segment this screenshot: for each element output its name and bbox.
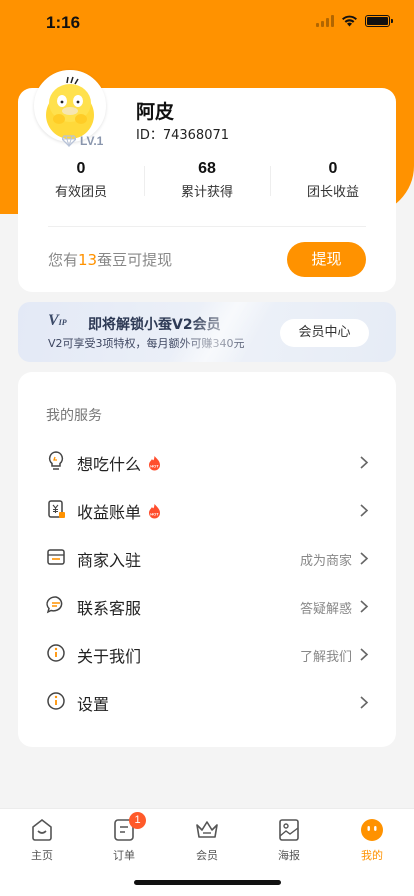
stat-total-earned[interactable]: 68 累计获得: [144, 160, 270, 206]
stat-value: 68: [198, 160, 216, 177]
diamond-icon: [62, 135, 76, 147]
divider: [48, 226, 366, 227]
tab-mine[interactable]: 我的: [342, 817, 402, 863]
stat-label: 团长收益: [306, 185, 359, 200]
service-label: 关于我们: [77, 647, 142, 666]
service-hint: 答疑解惑: [299, 602, 352, 617]
chevron-right-icon: [360, 456, 369, 469]
stat-label: 有效团员: [54, 185, 107, 200]
service-item-settings[interactable]: 设置: [18, 678, 396, 726]
services-card: 我的服务 想吃什么 HOT 收益账单 HOT 商家入驻 成为商家 联系客服 答疑…: [18, 372, 396, 747]
info-icon: [47, 644, 65, 662]
service-label: 联系客服: [77, 599, 142, 618]
tab-membership[interactable]: 会员: [177, 817, 237, 863]
chevron-right-icon: [360, 504, 369, 517]
settings-icon: [47, 692, 65, 710]
stat-members[interactable]: 0 有效团员: [18, 160, 144, 206]
username: 阿皮: [136, 101, 175, 123]
tab-label: 主页: [31, 849, 53, 862]
service-label: 想吃什么 HOT: [77, 451, 163, 475]
vip-banner[interactable]: VIP 即将解锁小蚕V2会员 V2可享受3项特权，每月额外可赚340元 会员中心: [18, 302, 396, 362]
signal-icon: [316, 15, 334, 27]
status-icons: [316, 15, 393, 27]
tab-label: 订单: [113, 849, 135, 862]
service-label: 收益账单 HOT: [77, 499, 163, 523]
beans-balance: 您有13蚕豆可提现: [48, 249, 172, 270]
tab-home[interactable]: 主页: [12, 817, 72, 863]
stat-label: 累计获得: [180, 185, 233, 200]
hot-icon: HOT: [149, 504, 161, 519]
vip-title: 即将解锁小蚕V2会员: [88, 317, 221, 333]
service-label: 商家入驻: [77, 551, 142, 570]
chevron-right-icon: [360, 696, 369, 709]
beans-count: 13: [78, 251, 98, 269]
withdraw-button[interactable]: 提现: [287, 242, 366, 277]
service-hint: 成为商家: [299, 554, 352, 569]
level-badge: LV.1: [62, 134, 103, 148]
service-item-about-us[interactable]: 关于我们 了解我们: [18, 630, 396, 678]
service-item-what-to-eat[interactable]: 想吃什么 HOT: [18, 438, 396, 486]
avatar[interactable]: [34, 70, 106, 142]
member-center-button[interactable]: 会员中心: [280, 319, 369, 347]
tab-label: 我的: [361, 849, 383, 862]
user-id: ID：74368071: [136, 128, 230, 143]
bill-icon: [48, 500, 65, 518]
service-item-income-bill[interactable]: 收益账单 HOT: [18, 486, 396, 534]
home-indicator: [134, 880, 281, 885]
crown-icon: [196, 821, 218, 838]
order-badge: 1: [129, 812, 146, 829]
level-label: LV.1: [80, 134, 104, 148]
duck-avatar-icon: [37, 73, 103, 139]
tab-label: 会员: [196, 849, 218, 862]
stats-row: 0 有效团员 68 累计获得 0 团长收益: [18, 160, 396, 206]
wifi-icon: [342, 15, 357, 27]
vip-logo: VIP: [48, 312, 67, 329]
profile-face-icon: [361, 819, 383, 841]
tab-label: 海报: [278, 849, 300, 862]
service-item-merchant-join[interactable]: 商家入驻 成为商家: [18, 534, 396, 582]
status-time: 1:16: [46, 13, 81, 32]
hot-icon: HOT: [149, 456, 161, 471]
store-icon: [47, 549, 65, 565]
home-icon: [32, 818, 52, 841]
service-hint: 了解我们: [299, 650, 352, 665]
tab-orders[interactable]: 1 订单: [94, 812, 154, 863]
services-title: 我的服务: [46, 408, 102, 424]
stat-value: 0: [76, 160, 86, 177]
battery-icon: [365, 15, 393, 27]
svg-text:HOT: HOT: [150, 464, 159, 469]
lightbulb-icon: [48, 451, 64, 470]
chevron-right-icon: [360, 648, 369, 661]
chevron-right-icon: [360, 552, 369, 565]
beans-suffix: 蚕豆可提现: [97, 251, 173, 269]
stat-value: 0: [328, 160, 338, 177]
vip-description: V2可享受3项特权，每月额外可赚340元: [48, 337, 245, 350]
chat-icon: [46, 596, 63, 614]
chevron-right-icon: [360, 600, 369, 613]
service-label: 设置: [77, 695, 110, 714]
status-bar: 1:16: [0, 0, 414, 44]
poster-icon: [279, 819, 299, 841]
tab-poster[interactable]: 海报: [259, 817, 319, 863]
beans-prefix: 您有: [48, 251, 79, 269]
svg-text:HOT: HOT: [150, 512, 159, 517]
stat-leader-income[interactable]: 0 团长收益: [270, 160, 396, 206]
service-item-contact-support[interactable]: 联系客服 答疑解惑: [18, 582, 396, 630]
